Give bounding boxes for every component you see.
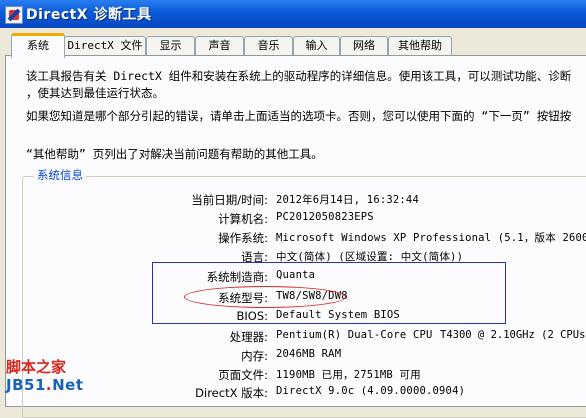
tab-system[interactable]: 系统 xyxy=(11,33,65,58)
info-row-processor: 处理器: Pentium(R) Dual-Core CPU T4300 @ 2.… xyxy=(0,329,586,345)
info-value: Pentium(R) Dual-Core CPU xyxy=(276,329,433,341)
info-value: 2046MB RAM xyxy=(276,348,342,360)
info-label: DirectX 版本: xyxy=(195,386,268,400)
tab-input[interactable]: 输入 xyxy=(293,36,340,55)
info-label: 内存: xyxy=(241,349,268,363)
tab-network[interactable]: 网络 xyxy=(340,36,388,55)
highlight-oval-annotation xyxy=(184,286,346,308)
watermark-cn: 脚本之家 xyxy=(6,358,67,376)
tab-sound[interactable]: 声音 xyxy=(195,36,244,55)
directx-app-icon xyxy=(5,6,23,24)
system-info-legend: 系统信息 xyxy=(34,167,86,183)
info-value: DirectX 9.0c (4.09.0000.0904) xyxy=(276,385,466,397)
watermark-en-b: Net xyxy=(52,376,84,394)
info-value: PC2012050823EPS xyxy=(276,211,374,223)
watermark: 脚本之家 JB51.Net xyxy=(6,356,83,394)
info-value: 2012年6月14日, 16:32:44 xyxy=(276,194,419,206)
tab-directx-files[interactable]: DirectX 文件 xyxy=(64,36,146,55)
info-row-directx-version: DirectX 版本: DirectX 9.0c (4.09.0000.0904… xyxy=(0,385,586,401)
info-row-os: 操作系统: Microsoft Windows XP Professional … xyxy=(0,230,586,246)
watermark-en-a: JB51 xyxy=(6,376,46,394)
tab-strip: 系统 DirectX 文件 显示 声音 音乐 输入 网络 其他帮助 xyxy=(0,30,586,58)
intro-text-line-1: 该工具报告有关 DirectX 组件和安装在系统上的驱动程序的详细信息。使用该工… xyxy=(26,69,572,83)
intro-text-line-2: ，使其达到最佳运行状态。 xyxy=(26,86,164,100)
info-label: 计算机名: xyxy=(218,212,268,226)
info-value: Microsoft Windows XP Professional (5.1，版… xyxy=(276,232,586,244)
info-row-memory: 内存: 2046MB RAM xyxy=(0,348,586,364)
info-label: 当前日期/时间: xyxy=(191,193,268,207)
watermark-en: JB51.Net xyxy=(6,376,84,394)
tab-music[interactable]: 音乐 xyxy=(244,36,293,55)
info-row-page-file: 页面文件: 1190MB 已用，2751MB 可用 xyxy=(0,367,586,383)
intro-text-line-3: 如果您知道是哪个部分引起的错误，请单击上面适当的选项卡。否则，您可以使用下面的 … xyxy=(26,109,572,123)
window-title: DirectX 诊断工具 xyxy=(26,7,152,23)
info-label: 页面文件: xyxy=(218,368,268,382)
info-row-computer-name: 计算机名: PC2012050823EPS xyxy=(0,211,586,227)
info-label: 处理器: xyxy=(229,330,268,344)
tab-more-help[interactable]: 其他帮助 xyxy=(388,36,452,55)
info-label: 操作系统: xyxy=(218,231,268,245)
info-value: 1190MB 已用，2751MB 可用 xyxy=(276,369,421,381)
title-bar[interactable]: DirectX 诊断工具 xyxy=(0,0,586,28)
info-row-datetime: 当前日期/时间: 2012年6月14日, 16:32:44 xyxy=(0,192,586,208)
tab-display[interactable]: 显示 xyxy=(146,36,195,55)
info-value-cpu-speed: T4300 @ 2.10GHz (2 CPUs) xyxy=(440,329,586,341)
intro-text-line-4: “其他帮助” 页列出了对解决当前问题有帮助的其他工具。 xyxy=(26,147,323,161)
